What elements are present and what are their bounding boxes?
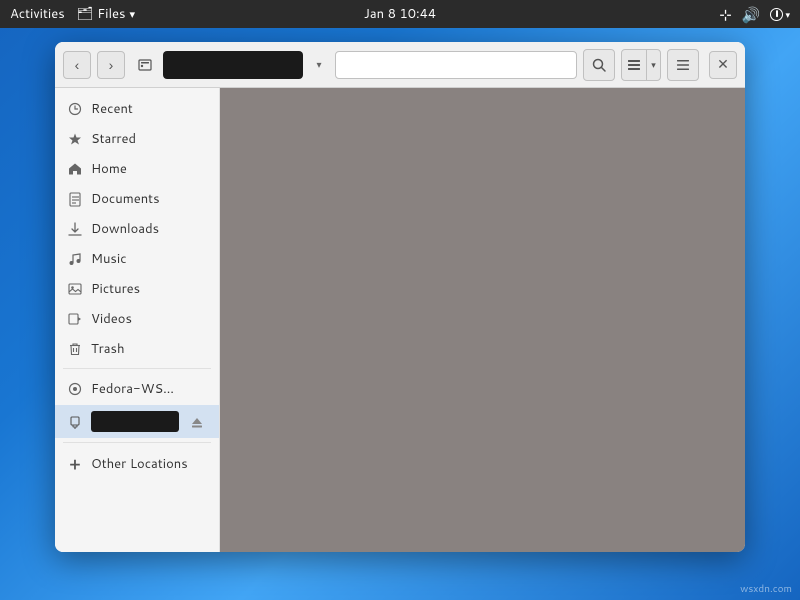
sidebar-item-pictures[interactable]: Pictures — [55, 274, 219, 304]
menu-button[interactable] — [667, 49, 699, 81]
recent-label: Recent — [91, 100, 207, 118]
watermark: wsxdn.com — [732, 578, 800, 600]
trash-icon — [67, 341, 83, 357]
sidebar: Recent Starred — [55, 88, 220, 552]
file-view-area — [220, 88, 745, 552]
starred-label: Starred — [91, 130, 207, 148]
usb-drive-icon — [67, 414, 83, 430]
videos-label: Videos — [91, 310, 207, 328]
topbar: Activities 🗂 Files ▾ Jan 8 10:44 ⊹ 🔊 ▾ — [0, 0, 800, 28]
downloads-label: Downloads — [91, 220, 207, 238]
sidebar-item-fedora-drive[interactable]: Fedora-WS-L... — [55, 373, 219, 405]
sidebar-item-starred[interactable]: Starred — [55, 124, 219, 154]
forward-button[interactable]: › — [97, 51, 125, 79]
location-bar: ▾ — [131, 51, 577, 79]
activities-button[interactable]: Activities — [10, 5, 65, 23]
search-button[interactable] — [583, 49, 615, 81]
back-button[interactable]: ‹ — [63, 51, 91, 79]
fedora-drive-icon — [67, 381, 83, 397]
volume-icon[interactable]: 🔊 — [742, 4, 761, 25]
main-content: Recent Starred — [55, 88, 745, 552]
sidebar-item-usb-drive[interactable]: ████████ — [55, 405, 219, 438]
documents-icon — [67, 191, 83, 207]
sidebar-item-trash[interactable]: Trash — [55, 334, 219, 364]
list-view-icon[interactable] — [622, 50, 646, 80]
clock: Jan 8 10:44 — [364, 5, 436, 23]
usb-drive-label: ████████ — [91, 411, 179, 432]
other-locations-label: Other Locations — [91, 455, 207, 473]
network-icon[interactable]: ⊹ — [719, 4, 732, 25]
fedora-drive-label: Fedora-WS-L... — [91, 380, 179, 398]
sidebar-divider-2 — [63, 442, 211, 443]
location-drive-icon[interactable] — [131, 51, 159, 79]
sidebar-item-home[interactable]: Home — [55, 154, 219, 184]
usb-drive-eject-button[interactable] — [187, 412, 207, 432]
location-input[interactable] — [163, 51, 303, 79]
videos-icon — [67, 311, 83, 327]
close-button[interactable]: ✕ — [709, 51, 737, 79]
starred-icon — [67, 131, 83, 147]
home-icon — [67, 161, 83, 177]
header-bar: ‹ › ▾ — [55, 42, 745, 88]
sidebar-item-music[interactable]: Music — [55, 244, 219, 274]
sidebar-item-recent[interactable]: Recent — [55, 94, 219, 124]
location-dropdown-button[interactable]: ▾ — [307, 51, 331, 79]
view-options-dropdown-arrow[interactable]: ▾ — [646, 50, 660, 80]
files-menu-button[interactable]: 🗂 Files ▾ — [77, 5, 135, 23]
music-label: Music — [91, 250, 207, 268]
sidebar-item-other-locations[interactable]: + Other Locations — [55, 447, 219, 481]
sidebar-item-downloads[interactable]: Downloads — [55, 214, 219, 244]
desktop: Activities 🗂 Files ▾ Jan 8 10:44 ⊹ 🔊 ▾ — [0, 0, 800, 600]
pictures-label: Pictures — [91, 280, 207, 298]
breadcrumb-bar — [335, 51, 577, 79]
file-manager-icon: 🗂 — [77, 5, 94, 23]
downloads-icon — [67, 221, 83, 237]
trash-label: Trash — [91, 340, 207, 358]
sidebar-divider — [63, 368, 211, 369]
sidebar-item-documents[interactable]: Documents — [55, 184, 219, 214]
home-label: Home — [91, 160, 207, 178]
documents-label: Documents — [91, 190, 207, 208]
view-options-button[interactable]: ▾ — [621, 49, 661, 81]
recent-icon — [67, 101, 83, 117]
other-locations-icon: + — [67, 456, 83, 472]
power-icon[interactable]: ▾ — [770, 8, 790, 21]
music-icon — [67, 251, 83, 267]
pictures-icon — [67, 281, 83, 297]
file-manager-window: ‹ › ▾ — [55, 42, 745, 552]
sidebar-item-videos[interactable]: Videos — [55, 304, 219, 334]
